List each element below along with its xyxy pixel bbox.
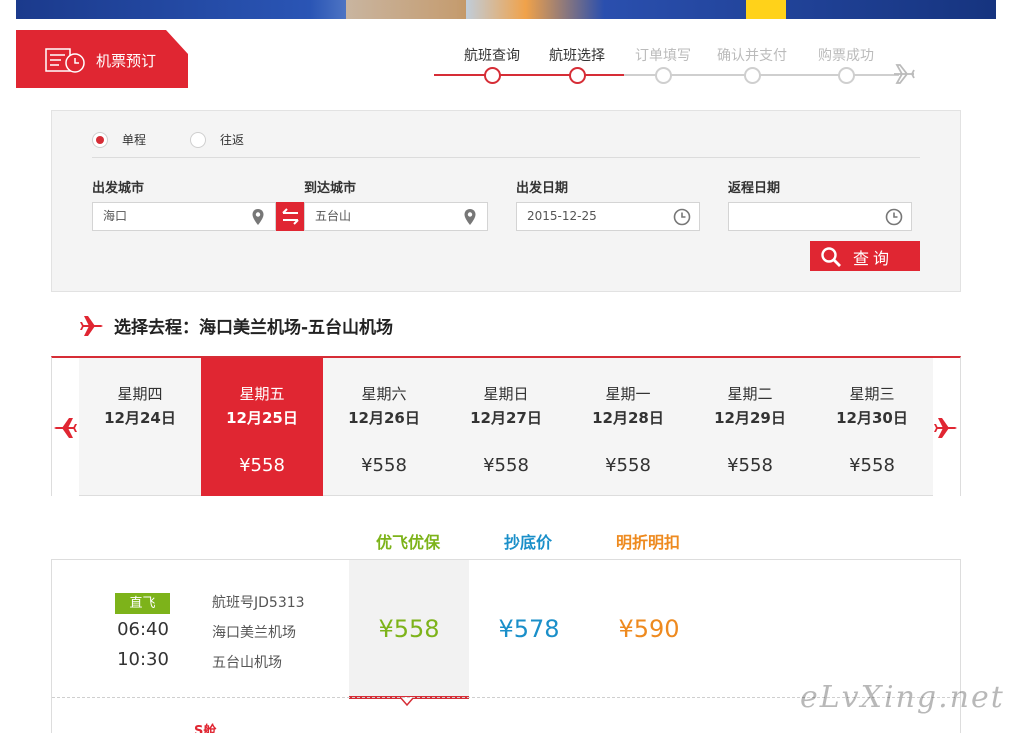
calendar-clock-icon xyxy=(45,48,85,73)
progress-steps: 航班查询 航班选择 订单填写 确认并支付 购票成功 xyxy=(434,40,924,90)
price-chaodi[interactable]: ¥578 xyxy=(469,615,589,643)
price-mingzhe[interactable]: ¥590 xyxy=(589,615,709,643)
divider xyxy=(92,157,920,158)
day-tab[interactable]: 星期一 12月28日 ¥558 xyxy=(567,358,689,496)
step-dot xyxy=(569,67,586,84)
plane-icon xyxy=(80,315,103,336)
depart-date-label: 出发日期 xyxy=(516,181,569,196)
cabin-class: S舱 xyxy=(194,724,217,733)
clock-icon xyxy=(885,208,903,226)
plane-right-icon xyxy=(934,418,957,438)
day-tab[interactable]: 星期三 12月30日 ¥558 xyxy=(811,358,933,496)
booking-tag: 机票预订 xyxy=(16,30,188,88)
location-pin-icon xyxy=(252,209,264,225)
direct-flight-badge: 直飞 xyxy=(115,593,170,614)
depart-time: 06:40 xyxy=(117,619,169,640)
fare-column-chaodi: 抄底价 xyxy=(503,533,552,552)
top-banner[interactable] xyxy=(16,0,996,19)
route-heading: 选择去程：海口美兰机场-五台山机场 xyxy=(80,313,393,338)
search-panel: 单程 往返 出发城市 到达城市 出发日期 返程日期 海口 五台山 2015-12… xyxy=(51,110,961,292)
radio-circle[interactable] xyxy=(92,131,108,148)
location-pin-icon xyxy=(464,209,476,225)
swap-arrows-icon xyxy=(282,208,299,225)
step-flight-select: 航班选择 xyxy=(532,46,622,84)
watermark: eLvXing.net xyxy=(800,680,1005,715)
fare-column-youfei: 优飞优保 xyxy=(375,533,440,552)
swap-cities-button[interactable] xyxy=(276,202,305,231)
step-success: 购票成功 xyxy=(801,46,891,84)
step-dot xyxy=(484,67,501,84)
progress-line-done xyxy=(434,74,624,76)
step-dot xyxy=(655,67,672,84)
next-dates-button[interactable] xyxy=(933,358,960,496)
step-dot xyxy=(838,67,855,84)
search-icon xyxy=(821,247,841,267)
step-order-fill: 订单填写 xyxy=(618,46,708,84)
plane-left-icon xyxy=(54,418,77,438)
step-dot xyxy=(744,67,761,84)
date-selector: 星期四 12月24日 星期五 12月25日 ¥558 星期六 12月26日 ¥5… xyxy=(51,356,961,496)
radio-circle[interactable] xyxy=(190,131,206,148)
depart-date-input[interactable]: 2015-12-25 xyxy=(516,202,700,231)
arrive-airport: 五台山机场 xyxy=(212,655,282,671)
day-tab[interactable]: 星期四 12月24日 xyxy=(79,358,201,496)
search-button[interactable]: 查询 xyxy=(810,241,920,271)
day-tab[interactable]: 星期二 12月29日 ¥558 xyxy=(689,358,811,496)
step-confirm-pay: 确认并支付 xyxy=(707,46,797,84)
fare-column-mingzhe: 明折明扣 xyxy=(615,533,680,552)
clock-icon xyxy=(673,208,691,226)
price-youfei[interactable]: ¥558 xyxy=(349,615,469,643)
flight-number: 航班号JD5313 xyxy=(212,595,305,611)
depart-city-label: 出发城市 xyxy=(92,181,145,196)
day-tab[interactable]: 星期六 12月26日 ¥558 xyxy=(323,358,445,496)
return-date-input[interactable] xyxy=(728,202,912,231)
arrive-time: 10:30 xyxy=(117,649,169,670)
depart-city-input[interactable]: 海口 xyxy=(92,202,276,231)
booking-tag-label: 机票预订 xyxy=(96,52,157,70)
prev-dates-button[interactable] xyxy=(52,358,79,496)
day-tab[interactable]: 星期日 12月27日 ¥558 xyxy=(445,358,567,496)
arrive-city-input[interactable]: 五台山 xyxy=(304,202,488,231)
trip-type-oneway[interactable]: 单程 xyxy=(92,131,146,148)
return-date-label: 返程日期 xyxy=(728,181,781,196)
depart-airport: 海口美兰机场 xyxy=(212,625,296,641)
caret-down-icon xyxy=(400,697,414,707)
plane-icon xyxy=(894,64,915,84)
banner-image-part xyxy=(746,0,786,19)
trip-type-roundtrip[interactable]: 往返 xyxy=(190,131,244,148)
day-tab-active[interactable]: 星期五 12月25日 ¥558 xyxy=(201,358,323,496)
arrive-city-label: 到达城市 xyxy=(304,181,357,196)
step-flight-search: 航班查询 xyxy=(447,46,537,84)
banner-image-part xyxy=(346,0,466,19)
